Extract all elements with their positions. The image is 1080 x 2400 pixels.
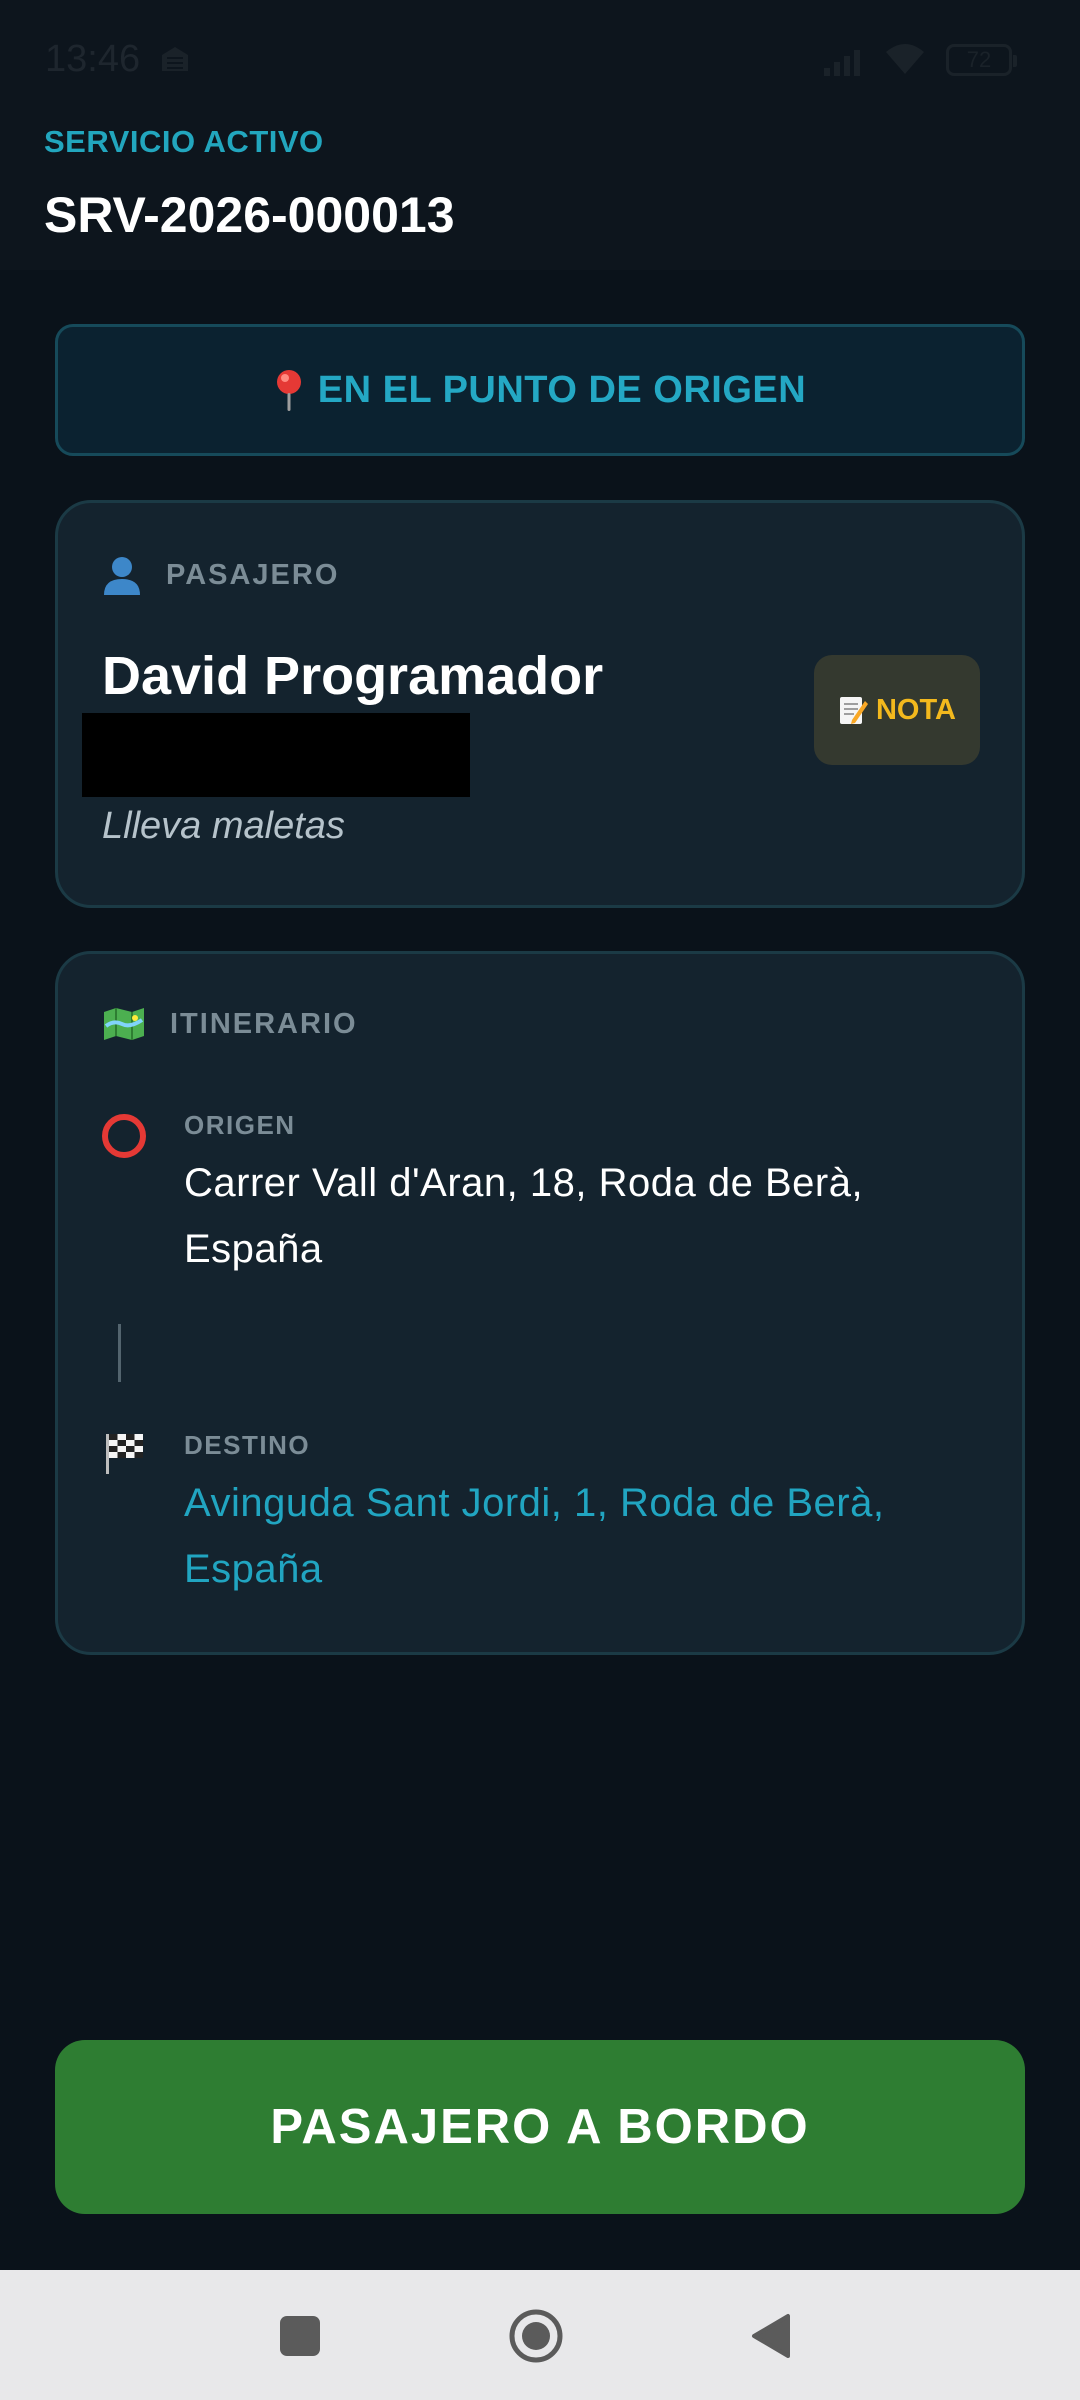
passenger-on-board-button[interactable]: PASAJERO A BORDO [55, 2040, 1025, 2214]
memo-icon [839, 697, 868, 724]
passenger-card: PASAJERO David Programador Llleva maleta… [55, 500, 1025, 908]
note-button-label: NOTA [875, 693, 956, 726]
status-time: 13:46 [45, 38, 141, 80]
service-id-title: SRV-2026-000013 [44, 187, 455, 243]
itinerary-section-header: ITINERARIO [102, 1006, 358, 1042]
system-nav-bar [0, 2270, 1080, 2400]
notification-icon [162, 47, 188, 71]
origin-circle-icon [102, 1114, 146, 1158]
status-bar: 13:46 72 [0, 0, 1080, 120]
service-status-banner: EN EL PUNTO DE ORIGEN [55, 324, 1025, 456]
itinerary-section-label: ITINERARIO [170, 1007, 358, 1040]
passenger-section-header: PASAJERO [102, 555, 339, 595]
origin-address: Carrer Vall d'Aran, 18, Roda de Berà, Es… [184, 1161, 864, 1271]
home-circle-icon[interactable] [508, 2308, 564, 2364]
app-header: SERVICIO ACTIVO SRV-2026-000013 [0, 120, 1080, 270]
passenger-note-text: Llleva maletas [102, 805, 345, 847]
service-status-label: EN EL PUNTO DE ORIGEN [317, 368, 807, 411]
note-button[interactable]: NOTA [814, 655, 980, 765]
passenger-section-label: PASAJERO [166, 558, 340, 591]
recents-square-icon[interactable] [280, 2316, 320, 2356]
redacted-block [82, 713, 470, 797]
header-eyebrow: SERVICIO ACTIVO [44, 124, 324, 159]
app-screen: 13:46 72 SERVICIO ACTIVO SRV-2026-000013… [0, 0, 1080, 2400]
itinerary-card: ITINERARIO ORIGEN Carrer Vall d'Aran, 18… [55, 951, 1025, 1655]
signal-icon [824, 50, 860, 76]
battery-icon: 72 [946, 44, 1017, 76]
pin-icon [276, 370, 301, 411]
passenger-name: David Programador [102, 646, 604, 706]
person-icon [104, 557, 140, 595]
destination-address[interactable]: Avinguda Sant Jordi, 1, Roda de Berà, Es… [184, 1470, 984, 1602]
checkered-flag-icon [106, 1434, 143, 1474]
origin-label: ORIGEN [184, 1110, 296, 1140]
map-icon [104, 1008, 144, 1040]
wifi-icon [886, 44, 924, 74]
route-connector-line [118, 1324, 121, 1382]
destination-label: DESTINO [184, 1430, 311, 1460]
passenger-on-board-label: PASAJERO A BORDO [270, 2100, 810, 2154]
back-triangle-icon[interactable] [750, 2312, 792, 2360]
